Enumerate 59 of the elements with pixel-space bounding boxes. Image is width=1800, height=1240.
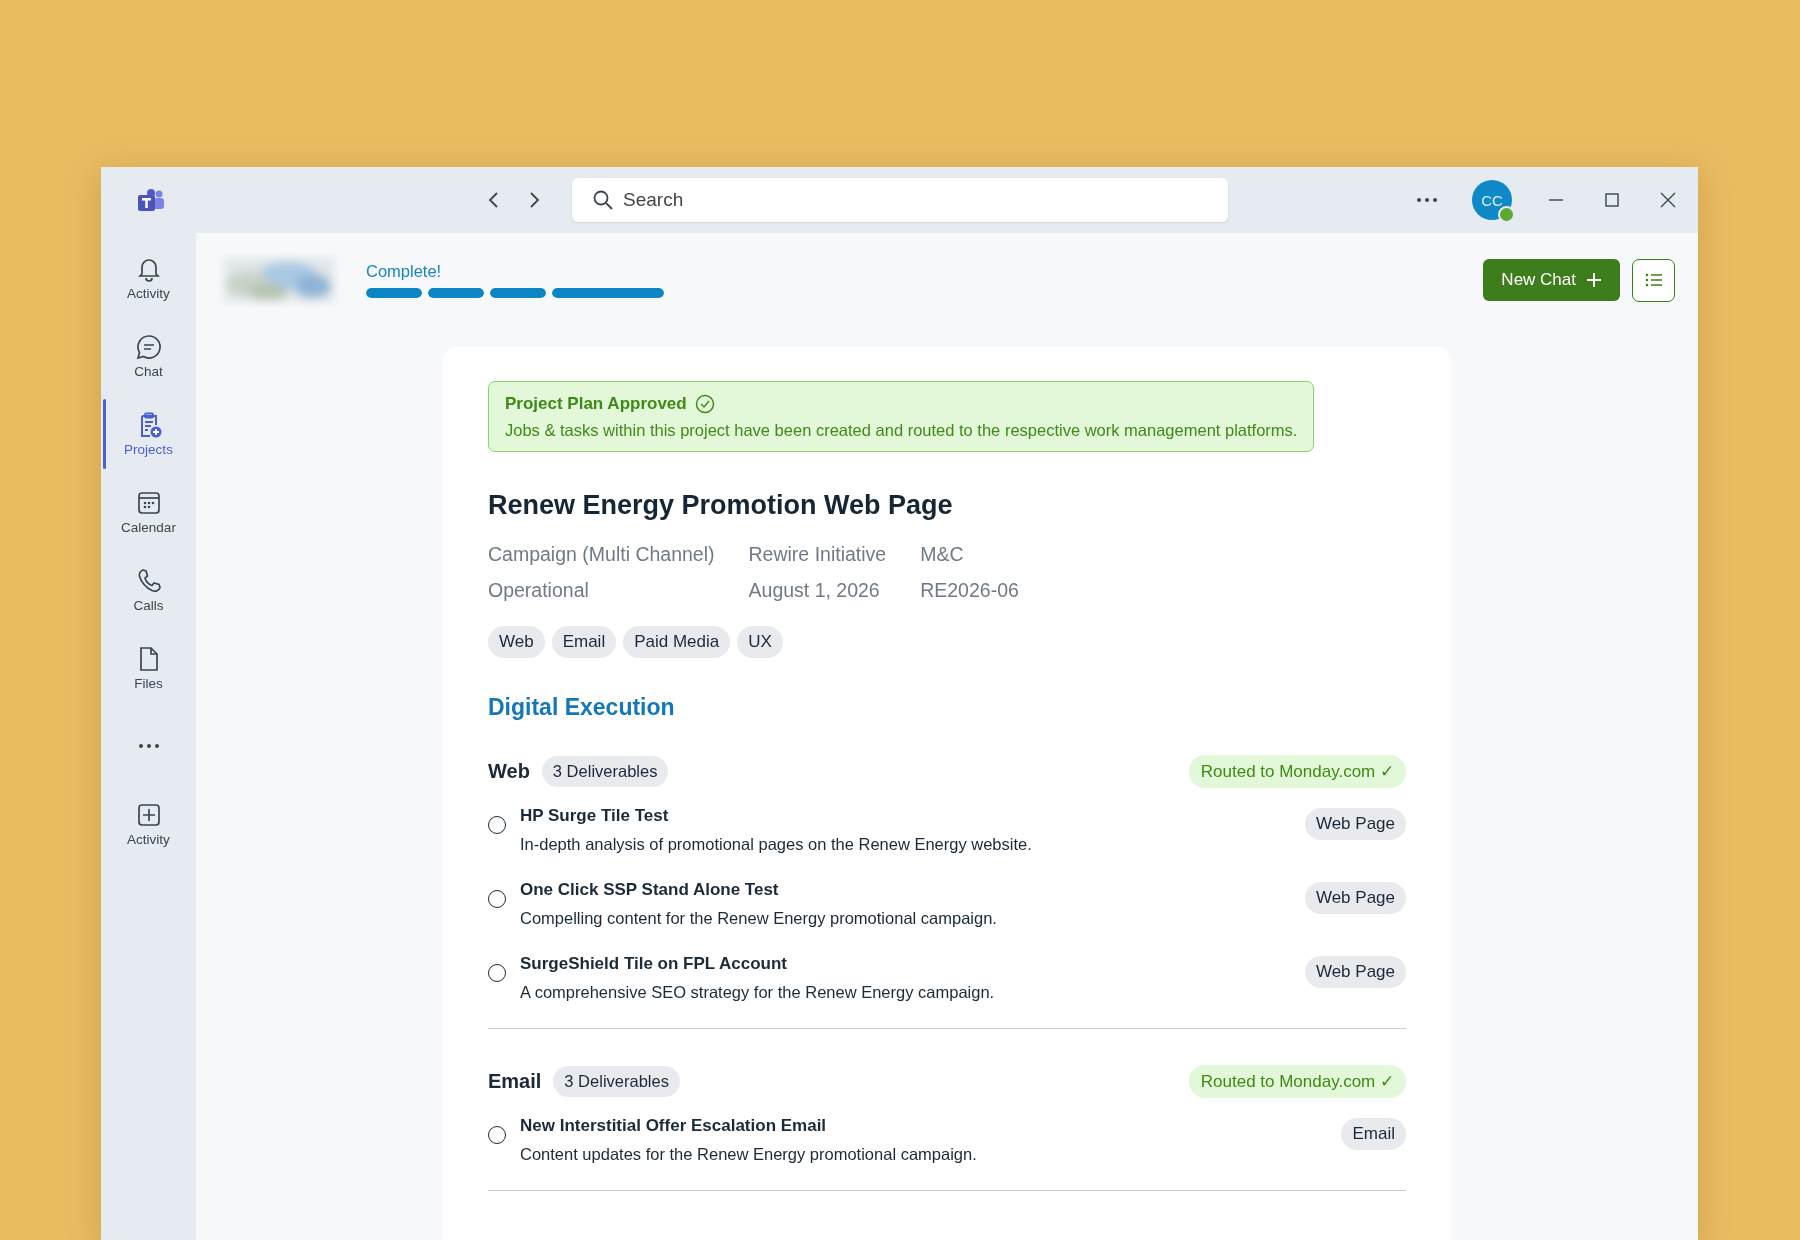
deliverable-title: SurgeShield Tile on FPL Account (520, 954, 788, 974)
deliverable-type: Web Page (1304, 956, 1406, 988)
deliverable-description: Content updates for the Renew Energy promotional campaign. (520, 1145, 977, 1164)
more-icon[interactable] (1416, 197, 1438, 203)
sidebar-item[interactable]: Projects (101, 395, 196, 473)
group-title: Web (488, 760, 530, 783)
progress-label: Complete! (366, 262, 443, 281)
back-icon[interactable] (487, 190, 501, 210)
routing-status: Routed to Monday.com ✓ (1188, 755, 1406, 788)
sidebar-item[interactable]: Calendar (101, 473, 196, 551)
forward-icon[interactable] (527, 190, 541, 210)
project-detail: Operational (488, 579, 590, 602)
deliverable-count: 3 Deliverables (541, 756, 669, 787)
search-field[interactable]: Search (572, 178, 1228, 222)
group-title: Email (488, 1070, 542, 1093)
sidebar-item[interactable]: Calls (101, 551, 196, 629)
progress-segment (490, 288, 546, 298)
deliverable-title: One Click SSP Stand Alone Test (520, 880, 780, 900)
plus-icon (1586, 272, 1602, 288)
more-icon[interactable] (137, 743, 160, 749)
app-logo-icon (135, 188, 165, 212)
tag: UX (737, 626, 783, 658)
project-detail: Campaign (Multi Channel) (488, 543, 715, 566)
list-icon (1644, 273, 1663, 287)
maximize-icon[interactable] (1604, 192, 1620, 208)
deliverable-description: Compelling content for the Renew Energy promotional campaign. (520, 909, 997, 928)
chat-bubble-icon (134, 333, 163, 361)
deliverable-description: A comprehensive SEO strategy for the Renew Energy campaign. (520, 983, 995, 1002)
progress-segment (366, 288, 422, 298)
project-detail: RE2026-06 (920, 579, 1019, 602)
project-detail: August 1, 2026 (748, 579, 881, 602)
deliverable-title: New Interstitial Offer Escalation Email (520, 1116, 828, 1136)
project-title: Renew Energy Promotion Web Page (488, 490, 954, 521)
new-chat-button[interactable]: New Chat (1483, 259, 1620, 301)
deliverable-description: In-depth analysis of promotional pages on the Renew Energy website. (520, 835, 1032, 854)
list-view-button[interactable] (1632, 258, 1675, 302)
project-detail: Rewire Initiative (748, 543, 887, 566)
search-icon (592, 189, 614, 211)
close-icon[interactable] (1660, 192, 1676, 208)
check-circle-icon (694, 394, 715, 414)
tag: Web (488, 626, 545, 658)
tag: Email (551, 626, 617, 658)
tag: Paid Media (623, 626, 731, 658)
sidebar-item[interactable]: Files (101, 629, 196, 707)
section-title: Digital Execution (488, 694, 676, 721)
deliverable-count: 3 Deliverables (553, 1066, 680, 1097)
deliverable-type: Web Page (1304, 882, 1406, 914)
sidebar-item[interactable]: Chat (101, 317, 196, 395)
deliverable-title: HP Surge Tile Test (520, 806, 670, 826)
deliverable-type: Email (1341, 1118, 1406, 1150)
deliverable-type: Web Page (1304, 808, 1406, 840)
presence-icon (1498, 206, 1515, 223)
progress-segment (428, 288, 484, 298)
sidebar-item[interactable]: Activity (101, 239, 196, 317)
project-detail: M&C (920, 543, 965, 566)
routing-status: Routed to Monday.com ✓ (1188, 1065, 1406, 1098)
banner-text: Jobs & tasks within this project have been created and routed to the respective work management platforms. (505, 421, 1298, 440)
sidebar-item[interactable]: Activity (101, 785, 196, 863)
banner-title: Project Plan Approved (505, 394, 687, 414)
